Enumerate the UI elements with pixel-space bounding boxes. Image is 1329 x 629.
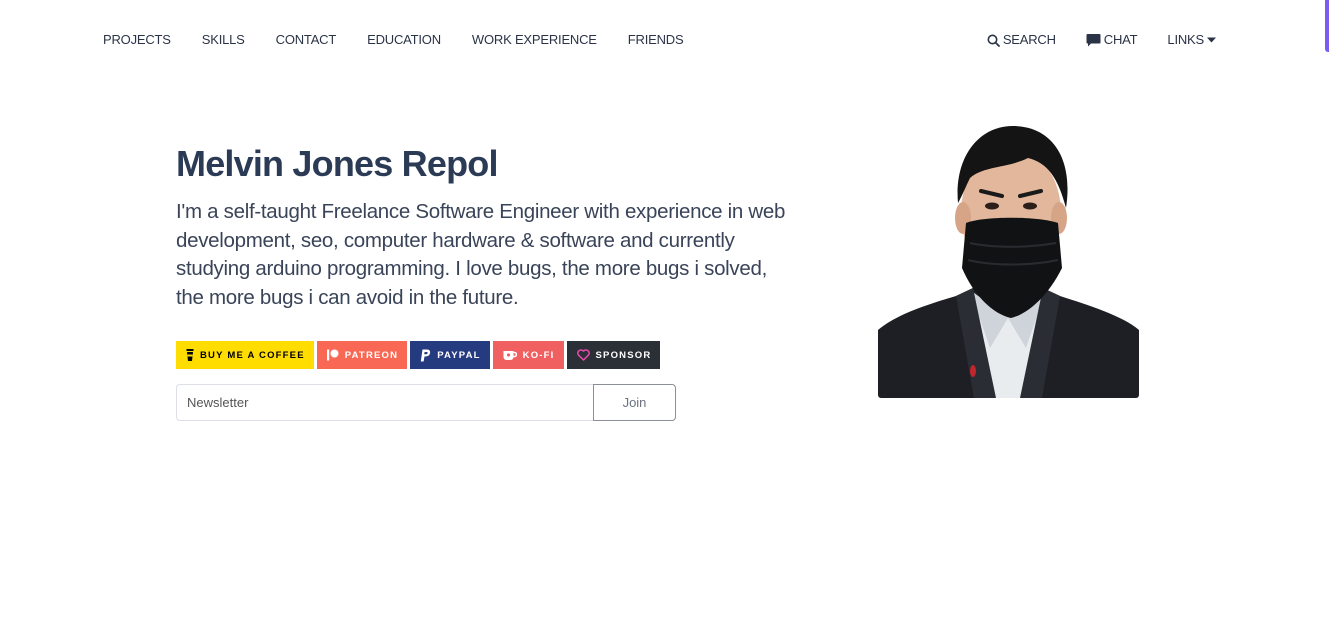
nav-link-contact[interactable]: CONTACT <box>276 33 337 47</box>
coffee-icon <box>186 349 194 361</box>
patreon-label: PATREON <box>344 349 399 361</box>
buy-me-a-coffee-label: BUY ME A COFFEE <box>200 349 305 361</box>
nav-right-group: SEARCH CHAT LINKS <box>987 33 1216 47</box>
nav-left-group: PROJECTS SKILLS CONTACT EDUCATION WORK E… <box>103 33 684 47</box>
search-icon <box>987 34 1000 47</box>
hero-section: Melvin Jones Repol I'm a self-taught Fre… <box>176 144 796 312</box>
patreon-button[interactable]: PATREON <box>316 341 408 369</box>
links-label: LINKS <box>1167 32 1204 47</box>
newsletter-input[interactable] <box>176 384 593 421</box>
caret-down-icon <box>1207 37 1216 43</box>
paypal-label: PAYPAL <box>437 349 481 361</box>
kofi-label: KO-FI <box>522 349 555 361</box>
search-link[interactable]: SEARCH <box>987 33 1056 47</box>
links-dropdown[interactable]: LINKS <box>1167 33 1216 47</box>
chat-label: CHAT <box>1103 32 1138 47</box>
kofi-icon <box>503 350 517 360</box>
nav-link-skills[interactable]: SKILLS <box>202 33 245 47</box>
search-label: SEARCH <box>1002 32 1056 47</box>
heart-icon <box>576 349 590 361</box>
paypal-icon <box>420 349 431 361</box>
sponsor-button[interactable]: SPONSOR <box>566 341 661 369</box>
nav-link-education[interactable]: EDUCATION <box>367 33 441 47</box>
nav-link-projects[interactable]: PROJECTS <box>103 33 171 47</box>
newsletter-form: Join <box>176 384 676 421</box>
nav-link-work-experience[interactable]: WORK EXPERIENCE <box>472 33 597 47</box>
nav-link-friends[interactable]: FRIENDS <box>628 33 684 47</box>
top-navigation: PROJECTS SKILLS CONTACT EDUCATION WORK E… <box>0 0 1329 80</box>
patreon-icon <box>326 349 339 361</box>
paypal-button[interactable]: PAYPAL <box>410 341 490 369</box>
chat-link[interactable]: CHAT <box>1086 33 1138 47</box>
chat-icon <box>1086 34 1101 47</box>
hero-description: I'm a self-taught Freelance Software Eng… <box>176 200 786 309</box>
buy-me-a-coffee-button[interactable]: BUY ME A COFFEE <box>176 341 314 369</box>
donation-badges: BUY ME A COFFEE PATREON PAYPAL KO-FI SPO… <box>176 341 661 369</box>
kofi-button[interactable]: KO-FI <box>492 341 564 369</box>
profile-photo <box>878 118 1139 398</box>
sponsor-label: SPONSOR <box>595 349 652 361</box>
hero-title: Melvin Jones Repol <box>176 143 498 184</box>
join-button[interactable]: Join <box>593 384 676 421</box>
